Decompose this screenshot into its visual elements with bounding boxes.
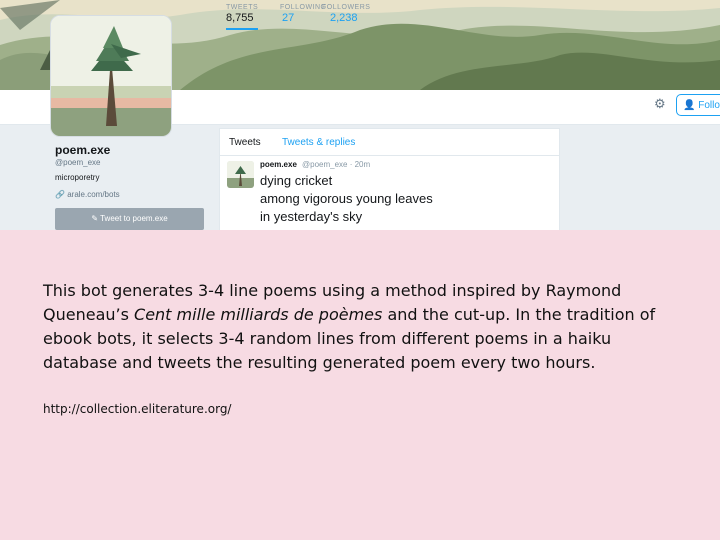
stat-following-value: 27 [282,12,295,24]
tweet-avatar-image [227,161,254,188]
description-text: This bot generates 3-4 line poems using … [43,279,683,375]
description-title: Cent mille milliards de poèmes [134,305,383,324]
tab-tweets[interactable]: Tweets [229,137,261,148]
stat-followers[interactable]: FOLLOWERS 2,238 [322,4,370,24]
add-user-icon: 👤 [683,100,696,111]
profile-bio: microporetry [55,173,100,182]
follow-button[interactable]: 👤 Follow [676,94,720,116]
stat-tweets-value: 8,755 [226,12,254,24]
stat-followers-label: FOLLOWERS [322,4,371,11]
tweet-line: among vigorous young leaves [260,191,433,206]
tab-tweets-and-replies[interactable]: Tweets & replies [282,137,355,148]
compose-icon: ✎ [91,214,99,223]
profile-handle: @poem_exe [55,158,101,167]
tweet-avatar[interactable] [227,161,254,188]
tweet-to-button[interactable]: ✎ Tweet to poem.exe [55,208,204,230]
tweet-line: in yesterday's sky [260,209,363,224]
profile-link[interactable]: arale.com/bots [67,190,119,199]
source-url[interactable]: http://collection.eliterature.org/ [43,402,231,416]
profile-name: poem.exe [55,143,111,157]
feed-divider [220,155,559,156]
stat-following-label: FOLLOWING [280,4,327,11]
twitter-profile-screenshot: TWEETS 8,755 FOLLOWING 27 FOLLOWERS 2,23… [0,0,720,230]
tweet-meta: @poem_exe · 20m [302,160,371,169]
tweet-to-label: Tweet to poem.exe [100,214,168,223]
tweet-author-name[interactable]: poem.exe [260,160,297,169]
follow-label: Follow [698,100,720,111]
profile-link-row[interactable]: 🔗 arale.com/bots [55,190,120,199]
gear-icon[interactable]: ⚙ [654,96,668,111]
tweet-feed: Tweets Tweets & replies poem.exe @poem_e… [219,128,560,230]
stat-following[interactable]: FOLLOWING 27 [280,4,327,24]
profile-avatar[interactable] [50,15,172,137]
stat-tweets-label: TWEETS [226,4,259,11]
stat-tweets[interactable]: TWEETS 8,755 [226,4,259,30]
avatar-image [51,16,171,136]
link-icon: 🔗 [55,190,65,199]
tweet-line: dying cricket [260,173,333,188]
stat-followers-value: 2,238 [330,12,358,24]
